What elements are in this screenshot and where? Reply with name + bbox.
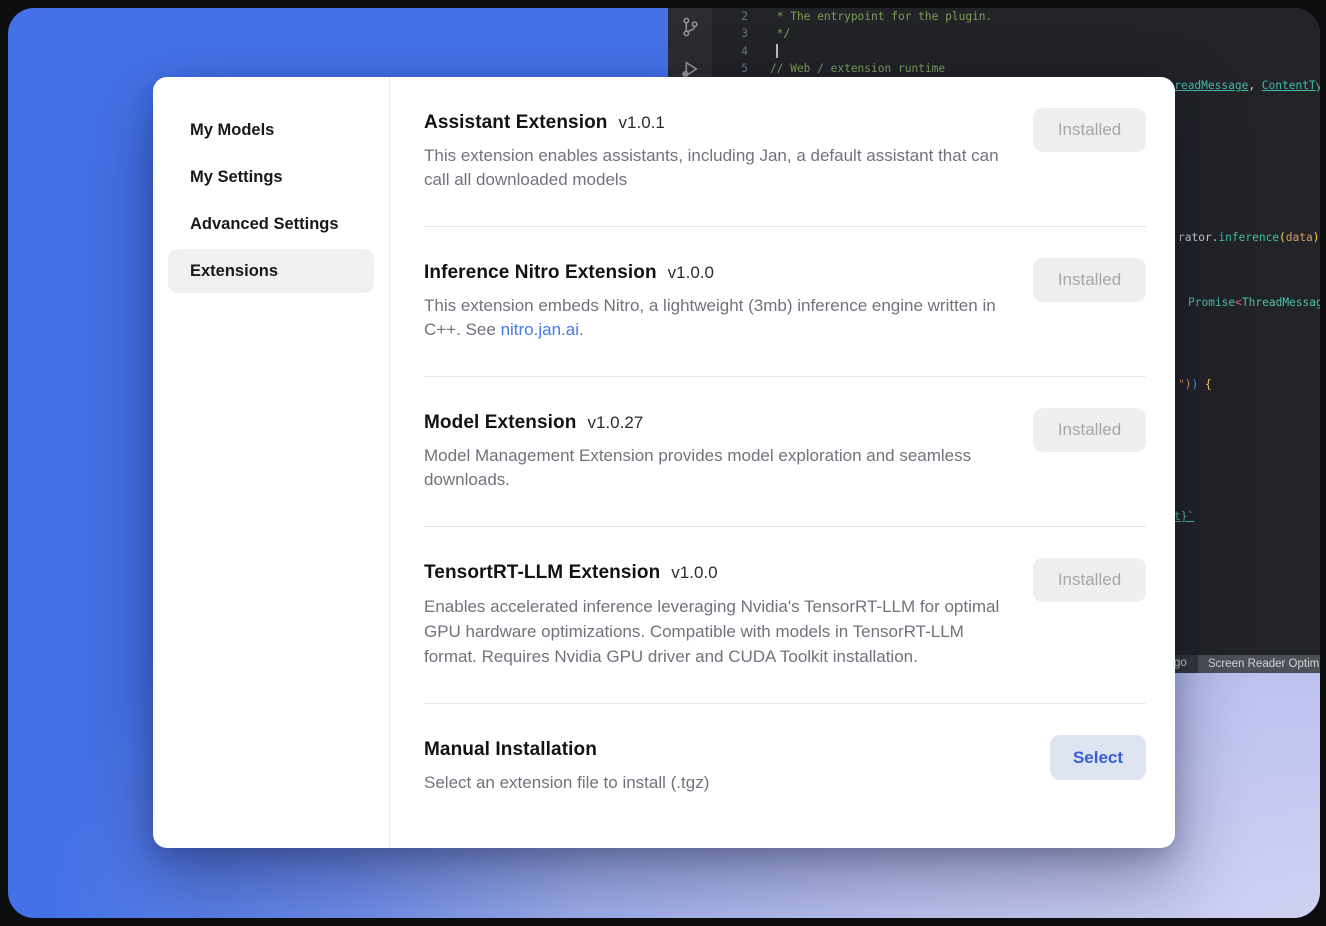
extension-title-line: Model Extension v1.0.27 <box>424 408 1002 438</box>
code-fragment: ")) { <box>1178 378 1212 391</box>
sidebar-item-extensions[interactable]: Extensions <box>168 249 374 293</box>
sidebar-item-my-settings[interactable]: My Settings <box>168 155 374 199</box>
nitro-link[interactable]: nitro.jan.ai. <box>501 320 584 339</box>
extension-name: Model Extension <box>424 408 576 438</box>
installed-button[interactable]: Installed <box>1033 558 1146 602</box>
extension-info: Model Extension v1.0.27 Model Management… <box>424 408 1002 492</box>
code-line: 4 <box>712 43 1320 60</box>
desktop-scene: 2 * The entrypoint for the plugin.3 */45… <box>8 8 1320 918</box>
extension-row-tensorrt: TensortRT-LLM Extension v1.0.0 Enables a… <box>424 527 1146 704</box>
extension-version: v1.0.27 <box>587 408 643 438</box>
extension-row-model: Model Extension v1.0.27 Model Management… <box>424 377 1146 527</box>
code-line: 3 */ <box>712 25 1320 42</box>
sidebar-item-advanced-settings[interactable]: Advanced Settings <box>168 202 374 246</box>
extension-description: This extension enables assistants, inclu… <box>424 144 1002 192</box>
extension-version: v1.0.0 <box>671 558 717 588</box>
settings-sidebar: My Models My Settings Advanced Settings … <box>153 77 390 848</box>
code-line: 2 * The entrypoint for the plugin. <box>712 8 1320 25</box>
extension-title-line: TensortRT-LLM Extension v1.0.0 <box>424 558 1002 588</box>
code-fragment: t}` <box>1174 510 1194 523</box>
extension-description: Enables accelerated inference leveraging… <box>424 594 1002 669</box>
select-button[interactable]: Select <box>1050 735 1146 780</box>
status-bar-text: go <box>1174 657 1187 669</box>
extension-title-line: Inference Nitro Extension v1.0.0 <box>424 258 1002 288</box>
extension-description: This extension embeds Nitro, a lightweig… <box>424 294 1002 342</box>
extension-row-assistant: Assistant Extension v1.0.1 This extensio… <box>424 77 1146 227</box>
extensions-panel: Assistant Extension v1.0.1 This extensio… <box>390 77 1175 848</box>
text-caret <box>776 44 778 58</box>
manual-installation-row: Manual Installation Select an extension … <box>424 704 1146 829</box>
extension-info: Manual Installation Select an extension … <box>424 735 709 795</box>
screen-reader-status[interactable]: Screen Reader Optimized <box>1198 655 1320 673</box>
manual-installation-title: Manual Installation <box>424 735 597 765</box>
extension-info: Inference Nitro Extension v1.0.0 This ex… <box>424 258 1002 342</box>
code-fragment: Promise<ThreadMessage> <box>1188 296 1320 309</box>
source-control-icon[interactable] <box>679 16 701 38</box>
installed-button[interactable]: Installed <box>1033 108 1146 152</box>
code-line: 5// Web / extension runtime <box>712 60 1320 77</box>
extension-info: Assistant Extension v1.0.1 This extensio… <box>424 108 1002 192</box>
extension-name: TensortRT-LLM Extension <box>424 558 660 588</box>
extension-name: Inference Nitro Extension <box>424 258 657 288</box>
extension-info: TensortRT-LLM Extension v1.0.0 Enables a… <box>424 558 1002 669</box>
extension-title-line: Manual Installation <box>424 735 709 765</box>
extension-title-line: Assistant Extension v1.0.1 <box>424 108 1002 138</box>
sidebar-item-my-models[interactable]: My Models <box>168 108 374 152</box>
extension-description: Model Management Extension provides mode… <box>424 444 1002 492</box>
extension-name: Assistant Extension <box>424 108 608 138</box>
installed-button[interactable]: Installed <box>1033 258 1146 302</box>
manual-installation-description: Select an extension file to install (.tg… <box>424 771 709 795</box>
extension-version: v1.0.0 <box>668 258 714 288</box>
code-fragment: rator.inference(data)); <box>1178 231 1320 244</box>
extension-version: v1.0.1 <box>619 108 665 138</box>
extension-row-nitro: Inference Nitro Extension v1.0.0 This ex… <box>424 227 1146 377</box>
installed-button[interactable]: Installed <box>1033 408 1146 452</box>
settings-modal: My Models My Settings Advanced Settings … <box>153 77 1175 848</box>
